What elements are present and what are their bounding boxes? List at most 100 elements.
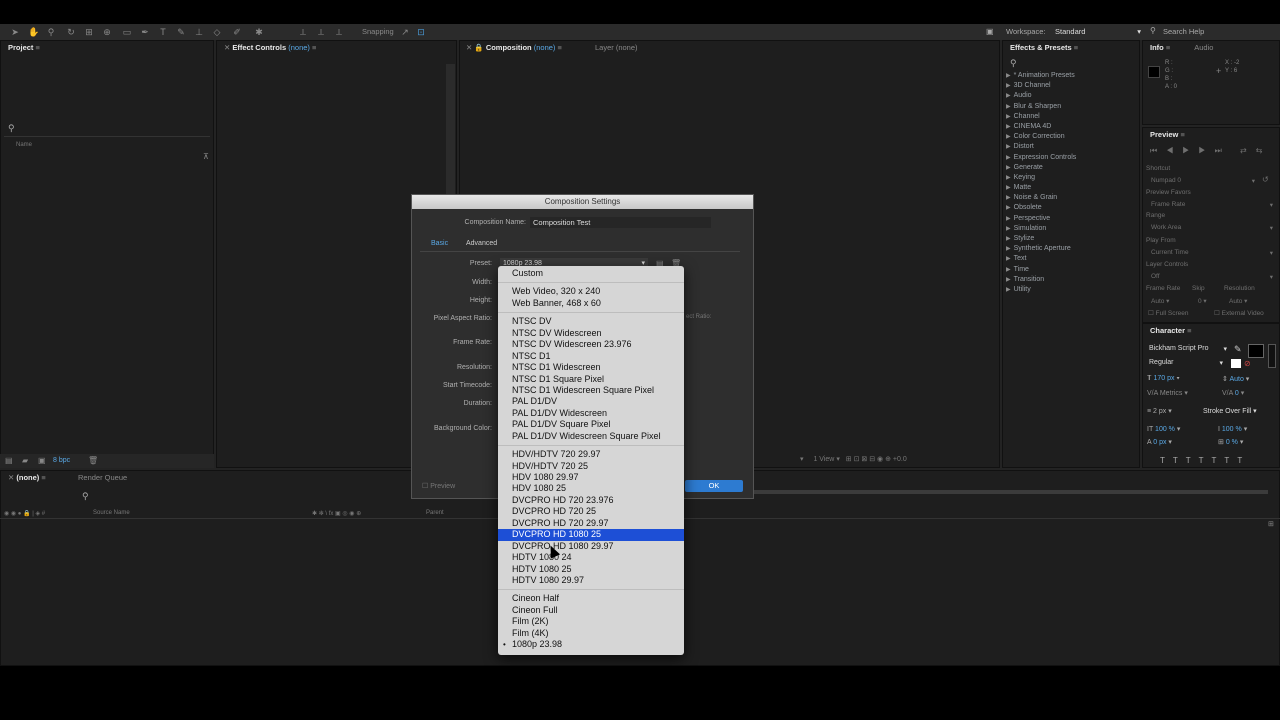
external-video-checkbox[interactable]: ☐ External Video — [1214, 309, 1264, 317]
disclosure-triangle-icon[interactable]: ▶ — [1006, 267, 1011, 273]
project-search-icon[interactable]: ⚲ — [8, 123, 15, 134]
preset-menu-item[interactable]: Custom — [498, 268, 684, 279]
disclosure-triangle-icon[interactable]: ▶ — [1006, 216, 1011, 222]
playback-controls[interactable]: ⏮◀▶▶⏭ — [1150, 146, 1231, 156]
preset-menu-item[interactable]: NTSC DV Widescreen — [498, 328, 684, 339]
stroke-color-swatch[interactable] — [1268, 344, 1276, 368]
preset-menu-item[interactable]: PAL D1/DV Widescreen Square Pixel — [498, 431, 684, 442]
effects-category-item[interactable]: ▶ * Animation Presets — [1006, 71, 1076, 81]
preset-menu-item[interactable]: PAL D1/DV — [498, 396, 684, 407]
disclosure-triangle-icon[interactable]: ▶ — [1006, 287, 1011, 293]
reset-icon[interactable]: ↺ — [1262, 175, 1269, 184]
effects-category-item[interactable]: ▶ Perspective — [1006, 214, 1076, 224]
disclosure-triangle-icon[interactable]: ▶ — [1006, 155, 1011, 161]
preset-menu-item[interactable]: NTSC DV Widescreen 23.976 — [498, 339, 684, 350]
preset-menu-item[interactable]: HDTV 1080 25 — [498, 564, 684, 575]
name-column-header[interactable]: Name — [16, 142, 32, 148]
preset-menu-item[interactable]: Cineon Full — [498, 605, 684, 616]
fill-color-swatch[interactable] — [1248, 344, 1264, 358]
preset-menu-item[interactable]: Cineon Half — [498, 593, 684, 604]
disclosure-triangle-icon[interactable]: ▶ — [1006, 277, 1011, 283]
skip-select[interactable]: 0 ▾ — [1198, 297, 1207, 305]
font-family-select[interactable]: Bickham Script Pro ▾ — [1149, 345, 1227, 353]
preset-menu-item[interactable]: PAL D1/DV Square Pixel — [498, 419, 684, 430]
preset-menu-item[interactable]: NTSC D1 — [498, 351, 684, 362]
comp-button-icon[interactable]: ⊞ — [1268, 520, 1274, 528]
disclosure-triangle-icon[interactable]: ▶ — [1006, 165, 1011, 171]
resolution-select[interactable]: Auto ▾ — [1229, 297, 1247, 305]
disclosure-triangle-icon[interactable]: ▶ — [1006, 175, 1011, 181]
shortcut-select[interactable]: Numpad 0 ▾ — [1151, 177, 1255, 185]
tsume-field[interactable]: ⊞ 0 % ▾ — [1218, 438, 1243, 446]
effects-category-item[interactable]: ▶ Audio — [1006, 91, 1076, 101]
preset-menu-item[interactable]: DVCPRO HD 720 23.976 — [498, 495, 684, 506]
baseline-shift-field[interactable]: A 0 px ▾ — [1147, 438, 1172, 446]
selection-tool-icon[interactable]: ➤ — [10, 27, 20, 37]
workspace-icon[interactable]: ▣ — [986, 27, 994, 36]
faux-style-buttons[interactable]: TTTTTTT — [1160, 456, 1250, 465]
effects-category-item[interactable]: ▶ Utility — [1006, 285, 1076, 295]
project-panel-title[interactable]: Project ≡ — [8, 41, 40, 55]
local-axis-icon[interactable]: ⟂ — [298, 27, 308, 37]
effects-category-item[interactable]: ▶ Text — [1006, 254, 1076, 264]
snapping-label[interactable]: Snapping — [362, 27, 394, 36]
preset-menu-item[interactable]: Web Video, 320 x 240 — [498, 286, 684, 297]
preset-menu-item[interactable]: HDV/HDTV 720 29.97 — [498, 449, 684, 460]
play-from-select[interactable]: Current Time ▾ — [1151, 249, 1273, 257]
view-axis-icon[interactable]: ⟂ — [334, 27, 344, 37]
disclosure-triangle-icon[interactable]: ▶ — [1006, 93, 1011, 99]
font-style-select[interactable]: Regular ▾ — [1149, 359, 1223, 367]
tab-advanced[interactable]: Advanced — [466, 240, 497, 247]
type-tool-icon[interactable]: T — [158, 27, 168, 37]
preview-favors-select[interactable]: Frame Rate ▾ — [1151, 201, 1273, 209]
effects-category-item[interactable]: ▶ Synthetic Aperture — [1006, 244, 1076, 254]
trash-icon[interactable]: 🗑 — [88, 456, 98, 465]
stroke-type-select[interactable]: Stroke Over Fill ▾ — [1203, 407, 1257, 415]
snapping-icon[interactable]: ↗ — [400, 27, 410, 37]
preset-menu-item[interactable]: HDV/HDTV 720 25 — [498, 461, 684, 472]
preset-menu-item[interactable]: NTSC D1 Widescreen — [498, 362, 684, 373]
disclosure-triangle-icon[interactable]: ▶ — [1006, 195, 1011, 201]
preset-menu-item[interactable]: DVCPRO HD 720 25 — [498, 506, 684, 517]
eraser-tool-icon[interactable]: ◇ — [212, 27, 222, 37]
parent-header[interactable]: Parent — [426, 510, 444, 516]
workspace-select[interactable]: Standard ▾ — [1055, 27, 1141, 36]
new-folder-icon[interactable]: ▰ — [22, 456, 28, 465]
effects-category-item[interactable]: ▶ Stylize — [1006, 234, 1076, 244]
preset-menu-item[interactable]: • 1080p 23.98 — [498, 639, 684, 650]
preset-menu-item[interactable]: Film (4K) — [498, 628, 684, 639]
disclosure-triangle-icon[interactable]: ▶ — [1006, 124, 1011, 130]
preset-menu-item[interactable]: Web Banner, 468 x 60 — [498, 298, 684, 309]
kerning-field[interactable]: V/A Metrics ▾ — [1147, 389, 1188, 397]
effects-category-item[interactable]: ▶ Noise & Grain — [1006, 193, 1076, 203]
grid-icon[interactable]: ⊞ ⊡ ⊠ ⊟ ◉ ⊕ — [846, 456, 891, 463]
effects-category-item[interactable]: ▶ Transition — [1006, 275, 1076, 285]
effects-presets-title[interactable]: Effects & Presets ≡ — [1010, 41, 1078, 55]
preset-menu-item[interactable]: DVCPRO HD 720 29.97 — [498, 518, 684, 529]
preset-menu-item[interactable]: NTSC DV — [498, 316, 684, 327]
disclosure-triangle-icon[interactable]: ▶ — [1006, 256, 1011, 262]
disclosure-triangle-icon[interactable]: ▶ — [1006, 73, 1011, 79]
effects-category-item[interactable]: ▶ Simulation — [1006, 224, 1076, 234]
effects-category-item[interactable]: ▶ Blur & Sharpen — [1006, 102, 1076, 112]
preset-menu-item[interactable]: HDTV 1080 29.97 — [498, 575, 684, 586]
preset-menu-item[interactable]: DVCPRO HD 1080 29.97 — [498, 541, 684, 552]
tab-basic[interactable]: Basic — [431, 240, 448, 247]
character-title[interactable]: Character ≡ — [1150, 324, 1192, 338]
preview-title[interactable]: Preview ≡ — [1150, 128, 1185, 142]
ok-button[interactable]: OK — [685, 480, 743, 492]
effects-category-item[interactable]: ▶ Generate — [1006, 163, 1076, 173]
zoom-tool-icon[interactable]: ⚲ — [46, 27, 56, 37]
pan-behind-tool-icon[interactable]: ⊕ — [102, 27, 112, 37]
effects-category-item[interactable]: ▶ Time — [1006, 265, 1076, 275]
composition-title[interactable]: ✕ 🔒 Composition (none) ≡ — [466, 41, 562, 55]
effects-category-item[interactable]: ▶ Expression Controls — [1006, 153, 1076, 163]
preset-menu-item[interactable]: HDTV 1080 24 — [498, 552, 684, 563]
range-select[interactable]: Work Area ▾ — [1151, 224, 1273, 232]
disclosure-triangle-icon[interactable]: ▶ — [1006, 104, 1011, 110]
disclosure-triangle-icon[interactable]: ▶ — [1006, 185, 1011, 191]
disclosure-triangle-icon[interactable]: ▶ — [1006, 205, 1011, 211]
layer-controls-select[interactable]: Off ▾ — [1151, 273, 1273, 281]
no-color-icon[interactable]: ⊘ — [1244, 359, 1251, 368]
effects-search-icon[interactable]: ⚲ — [1010, 58, 1017, 69]
